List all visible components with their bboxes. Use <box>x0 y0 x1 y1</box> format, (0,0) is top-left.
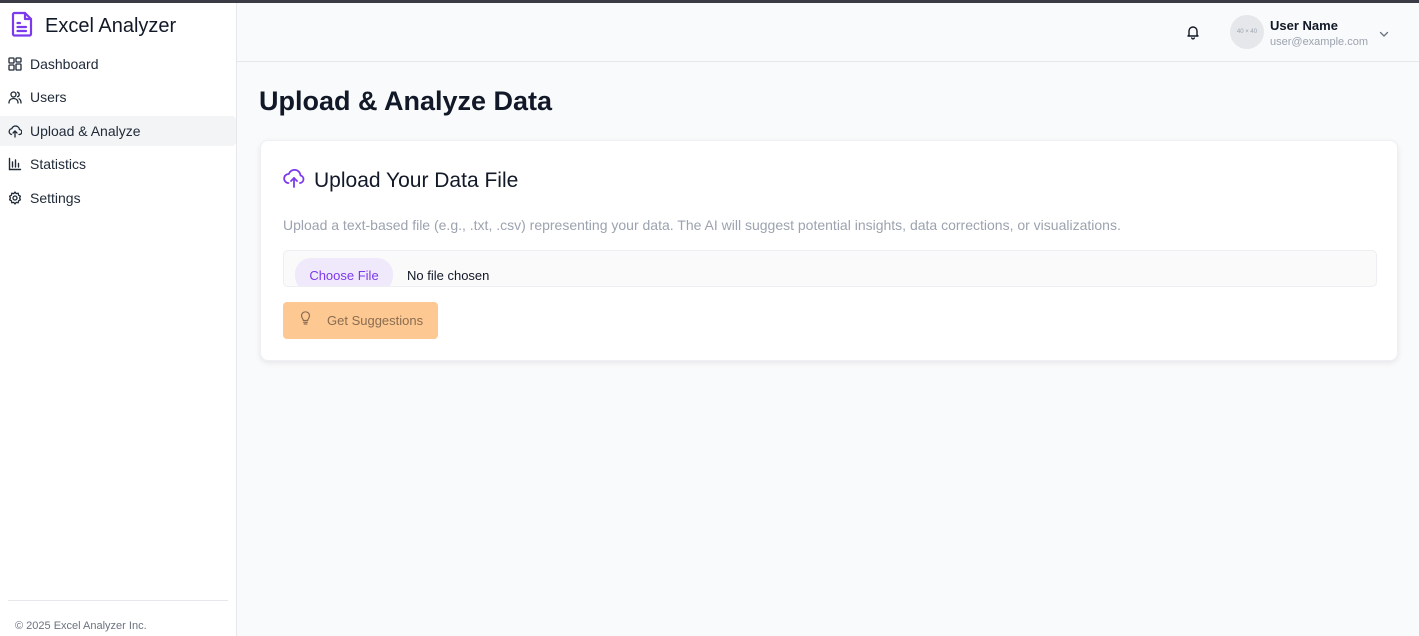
chevron-down-icon[interactable] <box>1378 27 1390 39</box>
lightbulb-icon <box>299 311 312 330</box>
sidebar-item-settings[interactable]: Settings <box>0 183 236 213</box>
users-icon <box>8 90 22 105</box>
card-description: Upload a text-based file (e.g., .txt, .c… <box>283 217 1121 233</box>
sidebar: Excel Analyzer Dashboard Users Upload & … <box>0 3 237 636</box>
user-email: user@example.com <box>1270 36 1368 48</box>
sidebar-item-label: Users <box>30 89 67 106</box>
user-name[interactable]: User Name <box>1270 18 1338 33</box>
file-input[interactable]: Choose File No file chosen <box>283 250 1377 287</box>
get-suggestions-label: Get Suggestions <box>327 313 424 328</box>
sidebar-item-label: Statistics <box>30 156 87 173</box>
bell-icon[interactable] <box>1185 24 1201 40</box>
sidebar-footer: © 2025 Excel Analyzer Inc. <box>8 600 228 636</box>
sidebar-nav: Dashboard Users Upload & Analyze Statist… <box>0 49 236 213</box>
cloud-upload-icon <box>8 124 22 138</box>
card-header: Upload Your Data File <box>283 167 518 194</box>
sidebar-item-label: Upload & Analyze <box>30 122 141 139</box>
page-title: Upload & Analyze Data <box>259 86 553 116</box>
dashboard-grid-icon <box>8 57 22 71</box>
upload-card: Upload Your Data File Upload a text-base… <box>260 140 1398 361</box>
card-title: Upload Your Data File <box>314 168 519 192</box>
app-title: Excel Analyzer <box>45 14 177 37</box>
file-status: No file chosen <box>407 268 490 283</box>
sidebar-item-users[interactable]: Users <box>0 82 236 112</box>
sidebar-item-statistics[interactable]: Statistics <box>0 149 236 179</box>
top-header: 40 × 40 User Name user@example.com <box>237 3 1419 62</box>
avatar[interactable]: 40 × 40 <box>1230 15 1264 49</box>
sidebar-item-label: Dashboard <box>30 56 99 72</box>
cloud-upload-icon <box>283 167 305 194</box>
brand[interactable]: Excel Analyzer <box>0 3 236 49</box>
sidebar-item-label: Settings <box>30 189 81 206</box>
sidebar-item-upload-analyze[interactable]: Upload & Analyze <box>0 115 236 146</box>
gear-icon <box>8 190 22 205</box>
choose-file-button[interactable]: Choose File <box>295 258 393 286</box>
bar-chart-icon <box>8 157 22 171</box>
document-icon <box>11 11 33 42</box>
sidebar-item-dashboard[interactable]: Dashboard <box>0 49 236 79</box>
get-suggestions-button[interactable]: Get Suggestions <box>283 302 438 339</box>
